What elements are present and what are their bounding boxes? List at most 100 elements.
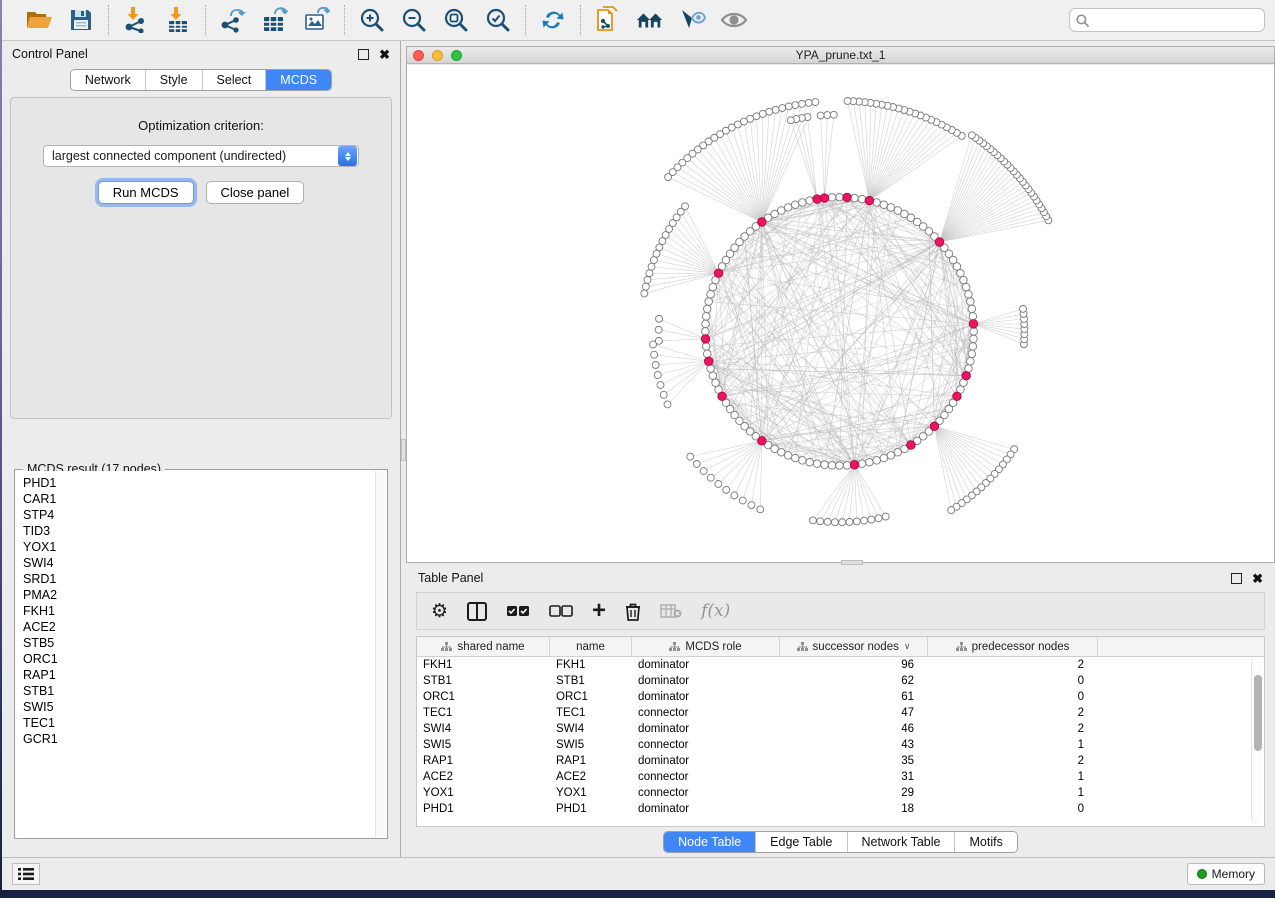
network-leaf-node[interactable] xyxy=(654,372,661,379)
optimization-criterion-dropdown[interactable]: largest connected component (undirected) xyxy=(43,145,359,167)
network-leaf-node[interactable] xyxy=(853,518,860,525)
network-node[interactable] xyxy=(843,462,851,470)
network-leaf-node[interactable] xyxy=(805,99,812,106)
network-leaf-node[interactable] xyxy=(651,351,658,358)
network-leaf-node[interactable] xyxy=(655,326,662,333)
mcds-result-item[interactable]: PHD1 xyxy=(23,475,375,491)
mcds-result-item[interactable]: SWI4 xyxy=(23,555,375,571)
network-leaf-node[interactable] xyxy=(968,132,975,139)
network-hub-node[interactable] xyxy=(962,371,971,380)
export-table-icon[interactable] xyxy=(261,6,289,34)
network-node[interactable] xyxy=(702,343,710,351)
memory-button[interactable]: Memory xyxy=(1187,863,1265,885)
network-node[interactable] xyxy=(866,458,874,466)
network-leaf-node[interactable] xyxy=(657,382,664,389)
float-panel-icon[interactable] xyxy=(358,49,369,60)
network-node[interactable] xyxy=(968,305,976,313)
mcds-result-item[interactable]: PMA2 xyxy=(23,587,375,603)
network-canvas[interactable] xyxy=(407,65,1274,562)
network-leaf-node[interactable] xyxy=(861,517,868,524)
network-leaf-node[interactable] xyxy=(882,513,889,520)
network-hub-node[interactable] xyxy=(969,320,978,329)
network-node[interactable] xyxy=(970,328,978,336)
network-node[interactable] xyxy=(836,193,844,201)
table-settings-gear-icon[interactable]: ⚙ xyxy=(431,602,448,620)
close-panel-icon[interactable]: ✖ xyxy=(379,49,390,60)
network-leaf-node[interactable] xyxy=(772,106,779,113)
tab-network-table[interactable]: Network Table xyxy=(848,832,956,852)
network-node[interactable] xyxy=(703,305,711,313)
network-node[interactable] xyxy=(873,457,881,465)
network-leaf-node[interactable] xyxy=(824,112,831,119)
network-node[interactable] xyxy=(828,194,836,202)
table-scrollbar[interactable] xyxy=(1251,657,1263,824)
table-row[interactable]: SWI5SWI5connector431 xyxy=(417,737,1251,753)
network-leaf-node[interactable] xyxy=(739,497,746,504)
tab-motifs[interactable]: Motifs xyxy=(955,832,1016,852)
network-node[interactable] xyxy=(806,458,814,466)
mcds-list-scrollbar[interactable] xyxy=(375,471,386,837)
close-panel-icon[interactable]: ✖ xyxy=(1252,573,1263,584)
mcds-result-item[interactable]: TEC1 xyxy=(23,715,375,731)
network-leaf-node[interactable] xyxy=(652,361,659,368)
network-node[interactable] xyxy=(960,276,968,284)
table-row[interactable]: SWI4SWI4dominator462 xyxy=(417,721,1251,737)
show-hide-panel-eye-icon[interactable] xyxy=(720,6,748,34)
close-panel-button[interactable]: Close panel xyxy=(206,181,305,204)
table-row[interactable]: YOX1YOX1connector291 xyxy=(417,785,1251,801)
network-leaf-node[interactable] xyxy=(665,174,672,181)
run-mcds-button[interactable]: Run MCDS xyxy=(98,181,194,204)
network-leaf-node[interactable] xyxy=(656,315,663,322)
network-node[interactable] xyxy=(784,452,792,460)
network-hub-node[interactable] xyxy=(935,238,944,247)
deselect-all-icon[interactable] xyxy=(549,605,573,617)
function-builder-icon[interactable]: f(x) xyxy=(701,601,730,621)
network-node[interactable] xyxy=(778,207,786,215)
network-leaf-node[interactable] xyxy=(650,257,657,264)
network-hub-node[interactable] xyxy=(704,357,713,366)
network-leaf-node[interactable] xyxy=(707,474,714,481)
minimize-window-icon[interactable] xyxy=(432,50,443,61)
tab-network[interactable]: Network xyxy=(71,70,146,90)
search-input[interactable] xyxy=(1093,13,1258,27)
task-history-button[interactable] xyxy=(12,863,40,885)
mcds-result-item[interactable]: STB5 xyxy=(23,635,375,651)
mcds-result-item[interactable]: TID3 xyxy=(23,523,375,539)
network-node[interactable] xyxy=(702,313,710,321)
delete-table-icon[interactable] xyxy=(660,604,682,618)
table-row[interactable]: ORC1ORC1dominator610 xyxy=(417,689,1251,705)
network-leaf-node[interactable] xyxy=(655,337,662,344)
mcds-result-item[interactable]: CAR1 xyxy=(23,491,375,507)
table-row[interactable]: PHD1PHD1dominator180 xyxy=(417,801,1251,817)
select-all-icon[interactable] xyxy=(506,605,530,617)
network-node[interactable] xyxy=(887,204,895,212)
network-leaf-node[interactable] xyxy=(641,290,648,297)
network-leaf-node[interactable] xyxy=(700,468,707,475)
network-hub-node[interactable] xyxy=(758,218,767,227)
network-leaf-node[interactable] xyxy=(664,401,671,408)
mcds-result-item[interactable]: ORC1 xyxy=(23,651,375,667)
network-node[interactable] xyxy=(709,283,717,291)
network-leaf-node[interactable] xyxy=(1020,305,1027,312)
network-leaf-node[interactable] xyxy=(646,270,653,277)
network-leaf-node[interactable] xyxy=(817,518,824,525)
mcds-result-item[interactable]: GCR1 xyxy=(23,731,375,747)
column-header-successor-nodes[interactable]: successor nodes∨ xyxy=(780,637,928,656)
network-leaf-node[interactable] xyxy=(868,516,875,523)
network-node[interactable] xyxy=(799,457,807,465)
network-hub-node[interactable] xyxy=(865,196,874,205)
show-columns-icon[interactable] xyxy=(467,602,487,621)
mcds-result-item[interactable]: FKH1 xyxy=(23,603,375,619)
tab-select[interactable]: Select xyxy=(203,70,267,90)
import-network-icon[interactable] xyxy=(122,6,150,34)
mcds-result-item[interactable]: ACE2 xyxy=(23,619,375,635)
network-node[interactable] xyxy=(880,454,888,462)
network-leaf-node[interactable] xyxy=(812,99,819,106)
network-leaf-node[interactable] xyxy=(846,518,853,525)
network-node[interactable] xyxy=(967,298,975,306)
network-window-titlebar[interactable]: YPA_prune.txt_1 xyxy=(407,47,1274,64)
scrollbar-thumb[interactable] xyxy=(1254,675,1262,751)
network-node[interactable] xyxy=(791,201,799,209)
mcds-result-item[interactable]: YOX1 xyxy=(23,539,375,555)
export-network-icon[interactable] xyxy=(219,6,247,34)
